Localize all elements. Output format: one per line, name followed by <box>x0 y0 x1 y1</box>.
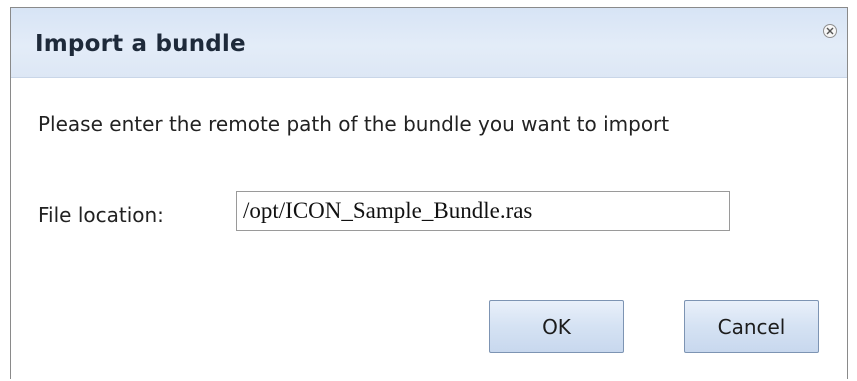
close-x-glyph <box>826 27 834 35</box>
close-icon[interactable] <box>823 24 837 38</box>
dialog-title: Import a bundle <box>35 31 246 57</box>
import-bundle-dialog: Import a bundle Please enter the remote … <box>10 7 848 379</box>
dialog-instruction: Please enter the remote path of the bund… <box>38 112 670 136</box>
dialog-titlebar: Import a bundle <box>11 8 847 78</box>
ok-button[interactable]: OK <box>489 300 624 353</box>
file-location-input[interactable] <box>236 191 730 231</box>
cancel-button[interactable]: Cancel <box>684 300 819 353</box>
file-location-label: File location: <box>38 203 164 227</box>
